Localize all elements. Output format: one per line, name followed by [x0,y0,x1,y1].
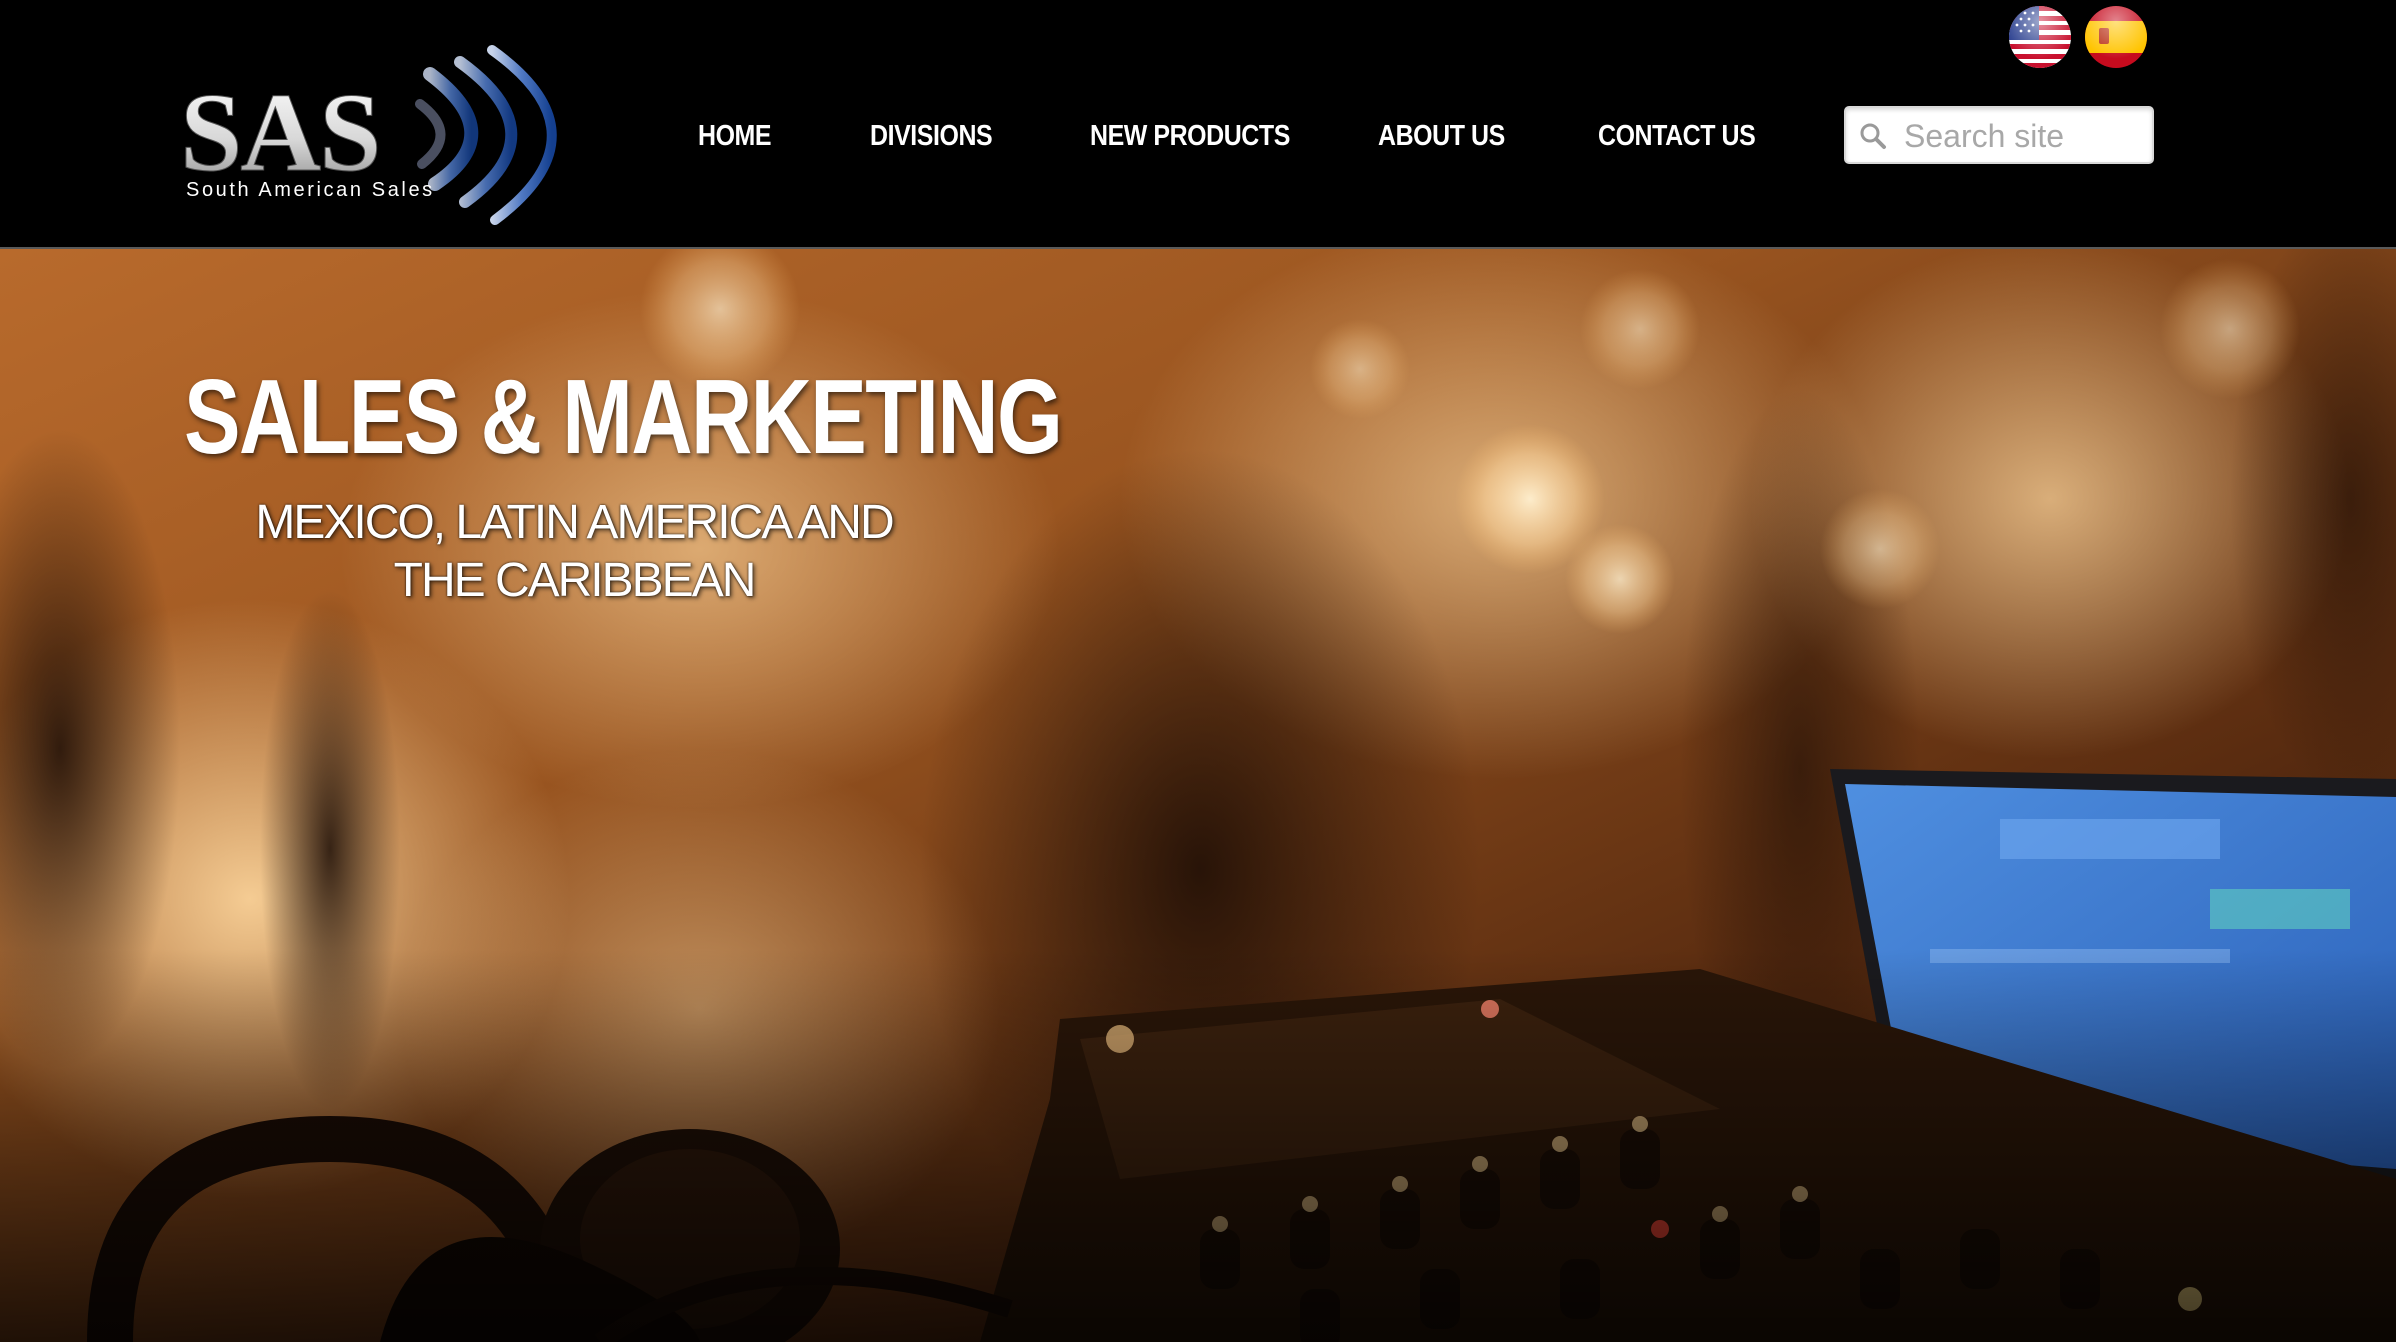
hero-banner: SALES & MARKETING MEXICO, LATIN AMERICA … [0,249,2396,1342]
site-header: SAS South American Sales HOME DIVISIONS … [0,0,2396,249]
nav-home[interactable]: HOME [698,106,772,166]
page: SAS South American Sales HOME DIVISIONS … [0,0,2396,1342]
hero-title: SALES & MARKETING [184,358,1063,476]
logo-graphic: SAS South American Sales [180,45,557,225]
hero-subtitle: MEXICO, LATIN AMERICA AND THE CARIBBEAN [184,494,964,610]
search-icon [1860,123,1886,149]
search-input[interactable] [1902,114,2146,158]
search-box[interactable] [1844,106,2154,164]
hero-subtitle-line-2: THE CARIBBEAN [393,554,757,607]
nav-about-us[interactable]: ABOUT US [1378,106,1505,166]
spain-flag-icon[interactable] [2085,6,2147,68]
logo-tagline: South American Sales [186,179,435,201]
logo-wordmark: SAS [180,71,379,195]
hero-subtitle-line-1: MEXICO, LATIN AMERICA AND [255,496,894,549]
nav-contact-us[interactable]: CONTACT US [1598,106,1756,166]
sas-logo[interactable]: SAS South American Sales [180,44,620,225]
nav-divisions[interactable]: DIVISIONS [870,106,993,166]
us-flag-icon[interactable] [2009,6,2071,68]
nav-new-products[interactable]: NEW PRODUCTS [1090,106,1290,166]
